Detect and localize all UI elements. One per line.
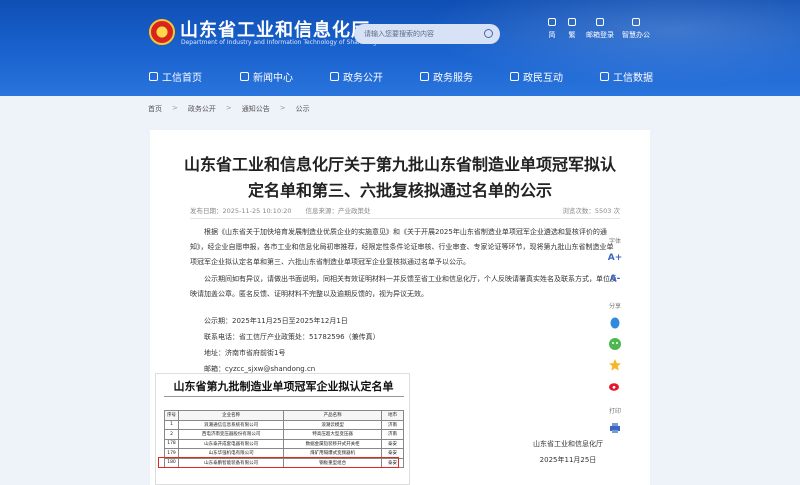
nav-data[interactable]: 工信数据: [600, 62, 653, 90]
breadcrumb-gov-open[interactable]: 政务公开: [188, 104, 216, 114]
col-index: 序号: [164, 410, 179, 421]
traditional-button[interactable]: 繁: [568, 18, 576, 40]
home-icon: [149, 71, 158, 81]
top-tools: 简 繁 邮箱登录 智慧办公: [548, 18, 658, 48]
wechat-icon: [609, 338, 621, 350]
simplified-icon: [548, 18, 556, 26]
view-count: 浏览次数：5503 次: [562, 207, 620, 215]
notice-period: 公示期：2025年11月25日至2025年12月1日: [204, 317, 348, 325]
mail-login-button[interactable]: 邮箱登录: [586, 18, 614, 40]
article-title: 山东省工业和信息化厅关于第九批山东省制造业单项冠军拟认定名单和第三、六批复核拟通…: [183, 155, 616, 200]
table-header-row: 序号 企业名称 产品名称 地市: [164, 410, 404, 421]
data-icon: [600, 71, 609, 81]
nav-home[interactable]: 工信首页: [149, 62, 202, 90]
qq-icon: [610, 317, 620, 329]
wechat-share-button[interactable]: [607, 336, 623, 352]
nav-gov-service[interactable]: 政务服务: [420, 62, 473, 90]
weibo-icon: [609, 383, 619, 391]
service-icon: [420, 71, 429, 81]
breadcrumb-separator: >: [225, 104, 232, 112]
info-source: 信息来源：产业政策处: [305, 207, 371, 215]
site-header: 山东省工业和信息化厅 Department of Industry and In…: [0, 0, 800, 96]
print-label: 打印: [608, 408, 621, 415]
paragraph-2: 公示期间如有异议，请做出书面说明，同相关有效证明材料一并反馈至省工业和信息化厅，…: [190, 275, 617, 298]
font-increase-button[interactable]: A+: [607, 250, 623, 266]
divider: [190, 218, 620, 219]
font-decrease-button[interactable]: A-: [607, 271, 623, 287]
contact-phone: 联系电话：省工信厅产业政策处：51782596（兼传真）: [204, 333, 380, 341]
side-toolbar: 字体 A+ A- 分享 打印: [604, 236, 626, 441]
breadcrumb-separator: >: [172, 104, 178, 112]
highlight-box: [158, 457, 399, 468]
nav-gov-open[interactable]: 政务公开: [330, 62, 383, 90]
qq-share-button[interactable]: [607, 315, 623, 331]
article-body: 根据《山东省关于加快培育发展制造业优质企业的实施意见》和《关于开展2025年山东…: [190, 225, 620, 304]
nav-news[interactable]: 新闻中心: [240, 62, 293, 90]
national-emblem-icon[interactable]: [149, 19, 175, 45]
sign-date: 2025年11月25日: [539, 456, 597, 464]
font-label: 字体: [608, 238, 621, 245]
table-row: 178 山东泰开成套电器有限公司 数据金属铠装移开式开关柜 泰安: [164, 438, 404, 449]
col-company: 企业名称: [177, 410, 285, 421]
search-placeholder: 请输入您要搜索的内容: [364, 30, 434, 38]
print-icon: [610, 423, 620, 433]
search-input[interactable]: 请输入您要搜索的内容: [354, 24, 500, 44]
signature-block: 山东省工业和信息化厅 2025年11月25日: [508, 439, 628, 465]
qzone-share-button[interactable]: [607, 357, 623, 373]
traditional-icon: [568, 18, 576, 26]
nav-interaction[interactable]: 政民互动: [510, 62, 563, 90]
breadcrumb-current: 公示: [295, 105, 310, 113]
breadcrumb-home[interactable]: 首页: [148, 104, 162, 114]
interact-icon: [510, 71, 519, 81]
paragraph-1: 根据《山东省关于加快培育发展制造业优质企业的实施意见》和《关于开展2025年山东…: [190, 228, 614, 266]
publish-date: 发布日期：2025-11-25 10:10:20: [190, 207, 292, 215]
search-icon[interactable]: [484, 29, 493, 38]
weibo-share-button[interactable]: [607, 378, 623, 394]
table-row: 2 西电济南变压器股份有限公司 特高压超大型变压器 济南: [164, 429, 404, 440]
list-image-rule: [164, 396, 404, 397]
print-button[interactable]: [607, 420, 623, 436]
col-product: 产品名称: [283, 410, 382, 421]
news-icon: [240, 71, 249, 81]
office-icon: [632, 18, 640, 26]
list-image[interactable]: 山东省第九批制造业单项冠军企业拟认定名单 序号 企业名称 产品名称 地市 1 浪…: [155, 373, 410, 485]
article-card: 山东省工业和信息化厅关于第九批山东省制造业单项冠军拟认定名单和第三、六批复核拟通…: [150, 130, 650, 485]
contact-address: 地址：济南市省府前街1号: [204, 349, 286, 357]
mail-icon: [596, 18, 604, 26]
breadcrumb: 首页 > 政务公开 > 通知公告 > 公示: [148, 104, 310, 114]
col-city: 地市: [381, 410, 404, 421]
smart-office-button[interactable]: 智慧办公: [622, 18, 650, 40]
article-meta: 发布日期：2025-11-25 10:10:20 信息来源：产业政策处 浏览次数…: [190, 205, 620, 215]
simplified-button[interactable]: 简: [548, 18, 556, 40]
breadcrumb-separator: >: [279, 104, 286, 112]
gov-icon: [330, 71, 339, 81]
breadcrumb-notices[interactable]: 通知公告: [242, 104, 270, 114]
list-image-title: 山东省第九批制造业单项冠军企业拟认定名单: [173, 380, 394, 393]
star-icon: [609, 359, 621, 371]
table-row: 1 浪潮通信信息系统有限公司 浪潮云模型 济南: [164, 419, 404, 430]
share-label: 分享: [608, 303, 621, 310]
